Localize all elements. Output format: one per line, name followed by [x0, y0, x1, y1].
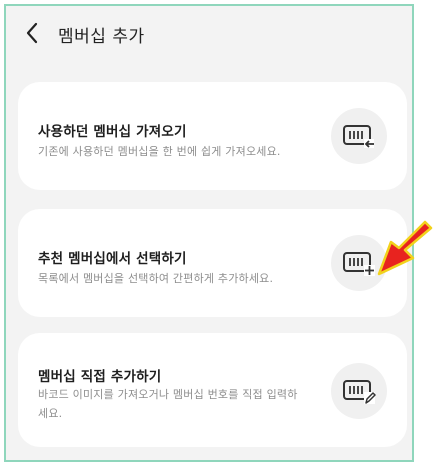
screen-frame: 멤버십 추가 사용하던 멤버십 가져오기 기존에 사용하던 멤버십을 한 번에 … [4, 4, 414, 462]
manual-membership-card[interactable]: 멤버십 직접 추가하기 바코드 이미지를 가져오거나 멤버십 번호를 직접 입력… [18, 333, 407, 447]
page-title: 멤버십 추가 [58, 27, 145, 47]
barcode-edit-icon [343, 380, 376, 404]
card-description: 바코드 이미지를 가져오거나 멤버십 번호를 직접 입력하세요. [38, 388, 298, 420]
barcode-add-icon [343, 252, 375, 276]
import-membership-card[interactable]: 사용하던 멤버십 가져오기 기존에 사용하던 멤버십을 한 번에 쉽게 가져오세… [18, 82, 407, 190]
card-title: 사용하던 멤버십 가져오기 [38, 124, 187, 140]
back-button[interactable] [20, 20, 44, 46]
card-title: 추천 멤버십에서 선택하기 [38, 251, 187, 267]
chevron-left-icon [26, 22, 38, 44]
icon-circle [331, 363, 387, 419]
card-description: 기존에 사용하던 멤버십을 한 번에 쉽게 가져오세요. [38, 145, 281, 158]
card-description: 목록에서 멤버십을 선택하여 간편하게 추가하세요. [38, 272, 274, 285]
icon-circle [331, 108, 387, 164]
app-header: 멤버십 추가 [6, 6, 412, 62]
barcode-import-icon [343, 125, 374, 148]
recommended-membership-card[interactable]: 추천 멤버십에서 선택하기 목록에서 멤버십을 선택하여 간편하게 추가하세요. [18, 209, 407, 317]
card-title: 멤버십 직접 추가하기 [38, 369, 162, 385]
annotation-arrow-icon [377, 220, 433, 276]
